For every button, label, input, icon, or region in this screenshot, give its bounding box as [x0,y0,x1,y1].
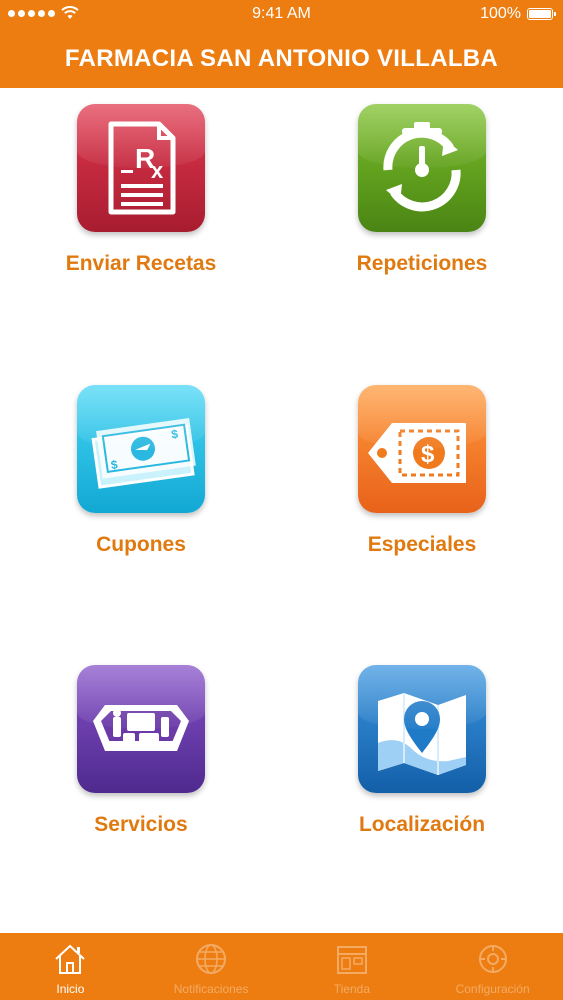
battery-icon [527,8,556,20]
tile-label: Localización [358,813,486,836]
tile-label: Enviar Recetas [65,252,217,275]
globe-icon [196,944,227,974]
tab-inicio[interactable]: Inicio [0,933,141,1000]
tab-label: Configuración [455,982,530,996]
home-icon [55,944,86,974]
coupon-bill-icon: $ $ [77,385,205,513]
price-tag-icon: $ [358,385,486,513]
tile-cupones[interactable]: $ $ Cupones [41,385,241,557]
tab-configuracion[interactable]: Configuración [422,933,563,1000]
tile-repeticiones[interactable]: Repeticiones [322,104,522,276]
tile-servicios[interactable]: Servicios [41,665,241,837]
status-time: 9:41 AM [252,5,311,22]
settings-icon [478,945,507,973]
tab-tienda[interactable]: Tienda [282,933,423,1000]
prescription-icon: R x [77,104,205,232]
tile-especiales[interactable]: $ Especiales [322,385,522,557]
tile-label: Especiales [367,533,477,556]
page-title: FARMACIA SAN ANTONIO VILLALBA [64,45,499,72]
menu-grid: R x Enviar Recetas Repeticiones $ $ Cupo… [0,88,563,933]
svg-text:$: $ [170,427,179,442]
tile-label: Cupones [96,533,186,556]
battery-percent: 100% [480,5,521,22]
tab-bar: Inicio Notificaciones Tienda Configuraci… [0,933,563,1000]
app-header: FARMACIA SAN ANTONIO VILLALBA [0,30,563,88]
tab-label: Tienda [333,982,370,996]
tile-localizacion[interactable]: Localización [322,665,522,837]
toolbox-icon [77,665,205,793]
status-bar: 9:41 AM 100% [0,0,563,30]
tab-label: Notificaciones [173,982,249,996]
svg-text:x: x [151,158,164,183]
store-icon [336,946,367,974]
tab-label: Inicio [56,982,85,996]
tile-enviar-recetas[interactable]: R x Enviar Recetas [41,104,241,276]
map-pin-icon [358,665,486,793]
tile-label: Repeticiones [356,252,488,275]
tab-notificaciones[interactable]: Notificaciones [141,933,282,1000]
tile-label: Servicios [94,813,188,836]
stopwatch-refresh-icon [358,104,486,232]
svg-text:$: $ [421,441,435,468]
